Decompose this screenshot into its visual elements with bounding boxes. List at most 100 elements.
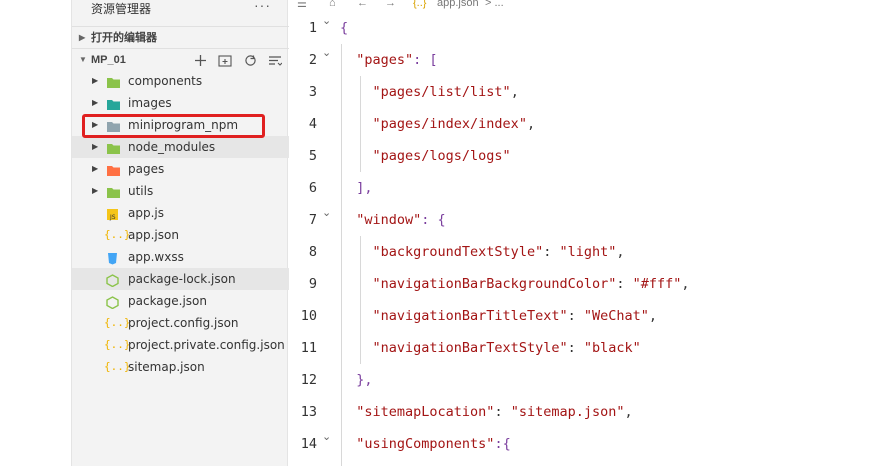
tree-item-label: app.json — [128, 228, 179, 242]
folder-utils-icon — [106, 184, 121, 198]
line-number: 14 — [300, 436, 317, 452]
wxss-file-icon — [106, 250, 121, 265]
chevron-right-icon: ▶ — [92, 76, 99, 85]
svg-text:JS: JS — [109, 214, 116, 221]
tree-item[interactable]: ▶ node_modules — [72, 136, 289, 158]
tree-item-label: project.private.config.json — [128, 338, 285, 352]
line-number: 5 — [308, 148, 317, 164]
tree-item[interactable]: ▶ utils — [72, 180, 289, 202]
json-file-icon: {..} — [104, 316, 131, 329]
open-editors-label: 打开的编辑器 — [91, 32, 157, 44]
json-breadcrumb-icon: {..} — [413, 0, 427, 9]
line-number: 3 — [308, 84, 317, 100]
chevron-right-icon: ▶ — [79, 33, 86, 42]
breadcrumb-more[interactable]: > ... — [485, 0, 504, 9]
line-number: 8 — [308, 244, 317, 260]
js-file-icon: JS — [106, 206, 121, 221]
open-editors-section[interactable]: ▶ 打开的编辑器 — [72, 26, 289, 49]
code-line-6: ], — [356, 180, 373, 196]
json-file-icon: {..} — [104, 338, 131, 351]
code-line-8: "backgroundTextStyle": "light", — [372, 244, 625, 260]
tree-item-label: package-lock.json — [128, 272, 236, 286]
npm-file-icon — [106, 272, 121, 288]
tree-item[interactable]: JS app.js — [72, 202, 289, 224]
more-actions-icon[interactable]: ··· — [254, 0, 271, 13]
line-number: 6 — [308, 180, 317, 196]
code-line-4: "pages/index/index", — [372, 116, 536, 132]
tree-item[interactable]: {..} sitemap.json — [72, 356, 289, 378]
fold-chevron-icon[interactable]: ⌄ — [322, 430, 331, 443]
back-arrow-icon[interactable]: ← — [357, 0, 368, 9]
tree-item-label: sitemap.json — [128, 360, 205, 374]
explorer-title: 资源管理器 — [91, 2, 152, 16]
line-number: 7 — [308, 212, 317, 228]
project-section[interactable]: ▼ MP_01 — [72, 48, 289, 71]
tree-item-label: node_modules — [128, 140, 216, 154]
chevron-right-icon: ▶ — [92, 142, 99, 151]
code-line-10: "navigationBarTitleText": "WeChat", — [372, 308, 658, 324]
tree-item[interactable]: ▶ pages — [72, 158, 289, 180]
tree-item-label: package.json — [128, 294, 208, 308]
tree-item[interactable]: package-lock.json — [72, 268, 289, 290]
chevron-right-icon: ▶ — [92, 98, 99, 107]
line-number: 9 — [308, 276, 317, 292]
code-line-7: "window": { — [356, 212, 446, 228]
code-line-5: "pages/logs/logs" — [372, 148, 511, 164]
breadcrumb-file[interactable]: app.json — [437, 0, 479, 9]
line-number: 10 — [300, 308, 317, 324]
chevron-right-icon: ▶ — [92, 164, 99, 173]
folder-components-icon — [106, 74, 121, 88]
bookmark-icon[interactable]: ⌂ — [329, 0, 336, 9]
collapse-all-icon[interactable] — [267, 52, 283, 68]
fold-chevron-icon[interactable]: ⌄ — [322, 14, 331, 27]
line-number: 13 — [300, 404, 317, 420]
tree-item[interactable]: app.wxss — [72, 246, 289, 268]
tree-item[interactable]: {..} project.config.json — [72, 312, 289, 334]
tree-item-label: utils — [128, 184, 154, 198]
json-file-icon: {..} — [104, 228, 131, 241]
new-folder-icon[interactable] — [217, 52, 233, 68]
fold-chevron-icon[interactable]: ⌄ — [322, 206, 331, 219]
tree-item-label: pages — [128, 162, 165, 176]
activity-bar — [0, 0, 71, 466]
folder-node-icon — [106, 140, 121, 154]
highlight-box — [82, 114, 265, 138]
chevron-down-icon: ▼ — [79, 55, 87, 64]
code-line-11: "navigationBarTextStyle": "black" — [372, 340, 641, 356]
chevron-right-icon: ▶ — [92, 186, 99, 195]
code-editor[interactable]: ☰ ⌂ ← → {..} app.json > ... 1 ⌄ 2 ⌄ 3 4 5 6 7 ⌄ 8 9… — [289, 0, 871, 466]
line-number: 2 — [308, 52, 317, 68]
code-line-2: "pages": [ — [356, 52, 438, 68]
line-number: 1 — [308, 20, 317, 36]
code-line-14: "usingComponents":{ — [356, 436, 511, 452]
code-line-13: "sitemapLocation": "sitemap.json", — [356, 404, 633, 420]
outline-icon[interactable]: ☰ — [297, 0, 307, 10]
code-line-3: "pages/list/list", — [372, 84, 519, 100]
code-line-1: { — [340, 20, 349, 36]
line-number: 11 — [300, 340, 317, 356]
tree-item-label: project.config.json — [128, 316, 239, 330]
code-line-12: }, — [356, 372, 373, 388]
fold-chevron-icon[interactable]: ⌄ — [322, 46, 331, 59]
line-number: 4 — [308, 116, 317, 132]
json-file-icon: {..} — [104, 360, 131, 373]
npm-file-icon — [106, 294, 121, 310]
explorer-sidebar: 资源管理器 ··· ▶ 打开的编辑器 ▼ MP_01 ▶ components ▶ i… — [71, 0, 289, 466]
refresh-icon[interactable] — [242, 52, 258, 68]
folder-pages-icon — [106, 162, 121, 176]
tree-item[interactable]: {..} app.json — [72, 224, 289, 246]
editor-toolbar: ☰ ⌂ ← → {..} app.json > ... — [289, 0, 871, 14]
tree-item-label: app.js — [128, 206, 164, 220]
project-label: MP_01 — [91, 54, 126, 66]
new-file-icon[interactable] — [192, 52, 208, 68]
tree-item[interactable]: ▶ images — [72, 92, 289, 114]
tree-item[interactable]: ▶ components — [72, 70, 289, 92]
forward-arrow-icon[interactable]: → — [385, 0, 396, 9]
tree-item[interactable]: {..} project.private.config.json — [72, 334, 289, 356]
tree-item[interactable]: package.json — [72, 290, 289, 312]
tree-item-label: app.wxss — [128, 250, 184, 264]
line-number: 12 — [300, 372, 317, 388]
tree-item-label: components — [128, 74, 203, 88]
code-line-9: "navigationBarBackgroundColor": "#fff", — [372, 276, 690, 292]
folder-images-icon — [106, 96, 121, 110]
